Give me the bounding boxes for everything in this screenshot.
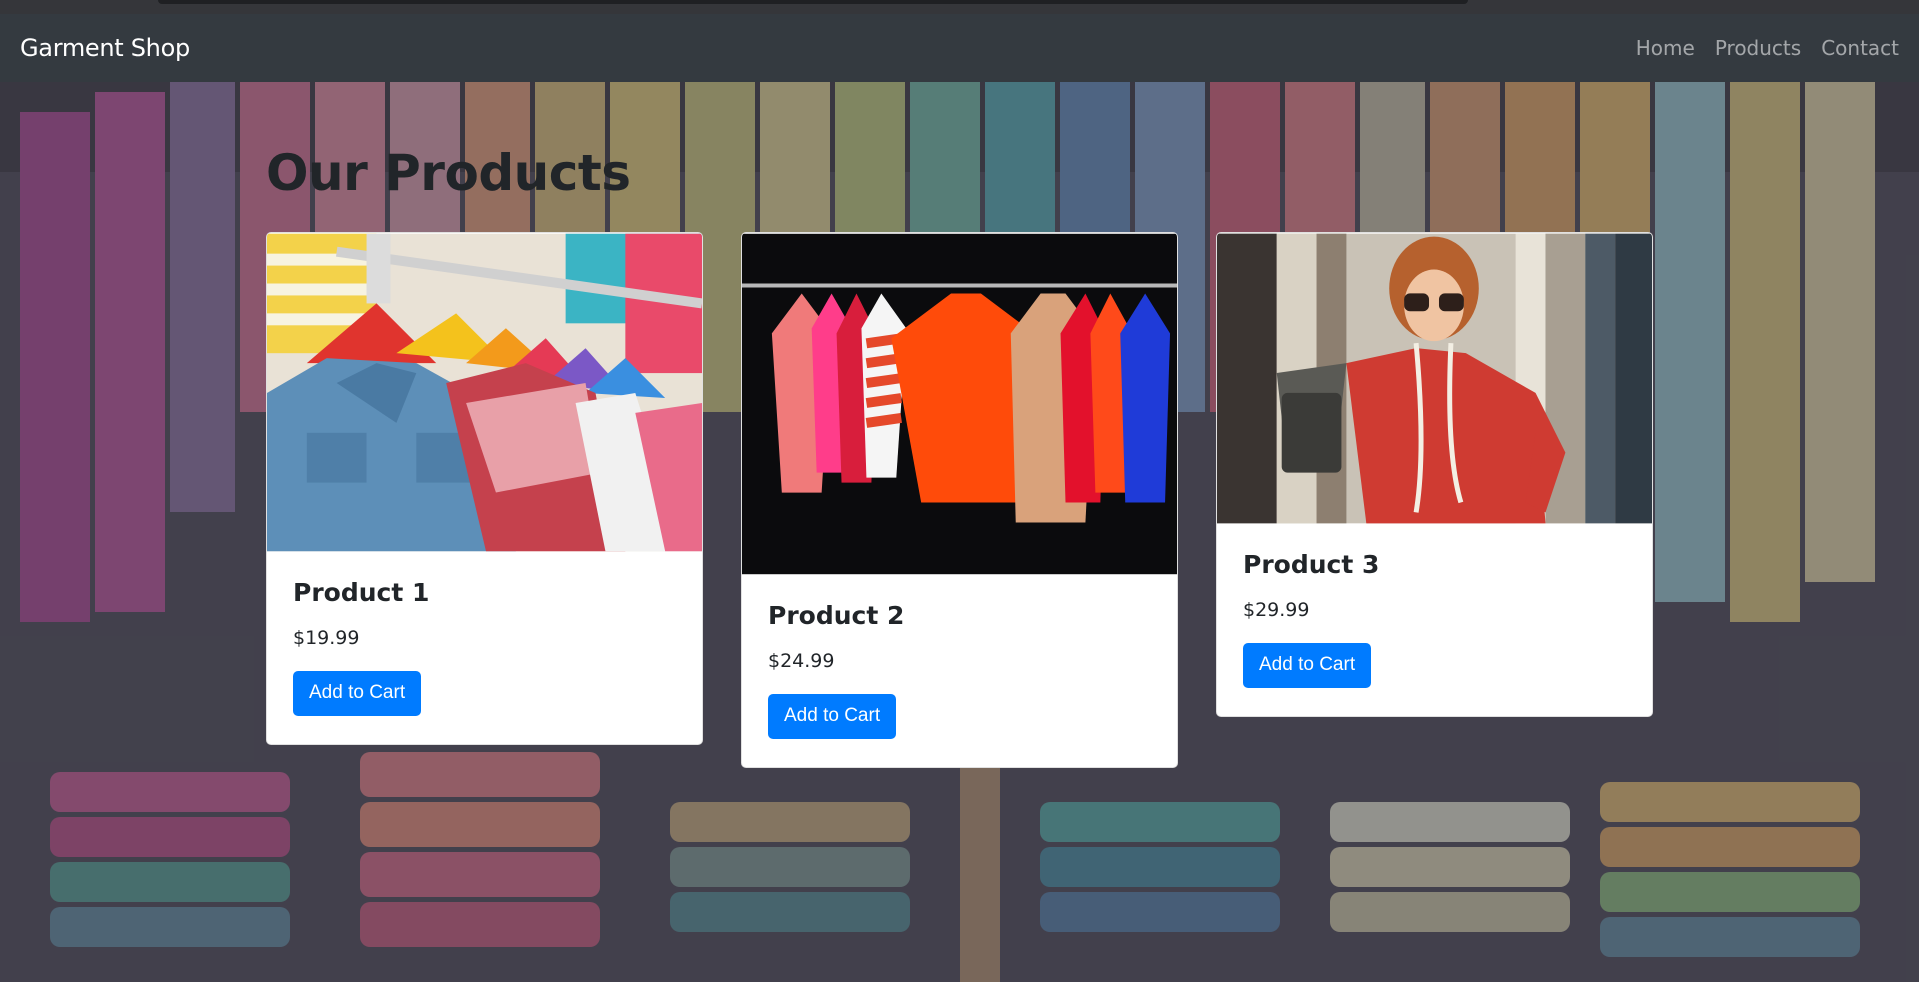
product-card-2: Product 2 $24.99 Add to Cart	[741, 232, 1178, 768]
navbar: Garment Shop Home Products Contact	[0, 14, 1919, 82]
product-1-price: $19.99	[293, 627, 360, 649]
product-card-1: Product 1 $19.99 Add to Cart	[266, 232, 703, 745]
product-card-3: Product 3 $29.99 Add to Cart	[1216, 232, 1653, 717]
nav-link-products[interactable]: Products	[1715, 36, 1801, 60]
nav-link-contact[interactable]: Contact	[1821, 36, 1899, 60]
product-2-image	[742, 233, 1177, 575]
product-3-price: $29.99	[1243, 599, 1310, 621]
browser-address-bar	[158, 0, 1468, 4]
browser-top-strip	[0, 0, 1919, 14]
product-3-add-to-cart-button[interactable]: Add to Cart	[1243, 643, 1372, 688]
nav-link-home[interactable]: Home	[1636, 36, 1695, 60]
product-2-title: Product 2	[768, 601, 905, 630]
page-title: Our Products	[266, 144, 631, 202]
product-1-image	[267, 233, 702, 552]
product-1-body: Product 1 $19.99 Add to Cart	[267, 552, 702, 716]
product-3-image	[1217, 233, 1652, 524]
product-3-title: Product 3	[1243, 550, 1380, 579]
nav-links: Home Products Contact	[1636, 36, 1899, 60]
products-section: Our Products Product 1 $19.99 Add to Car…	[0, 82, 1919, 982]
brand-link[interactable]: Garment Shop	[20, 34, 190, 62]
product-1-title: Product 1	[293, 578, 430, 607]
product-3-body: Product 3 $29.99 Add to Cart	[1217, 524, 1652, 688]
product-2-body: Product 2 $24.99 Add to Cart	[742, 575, 1177, 739]
product-1-add-to-cart-button[interactable]: Add to Cart	[293, 671, 422, 716]
product-2-add-to-cart-button[interactable]: Add to Cart	[768, 694, 897, 739]
product-2-price: $24.99	[768, 650, 835, 672]
